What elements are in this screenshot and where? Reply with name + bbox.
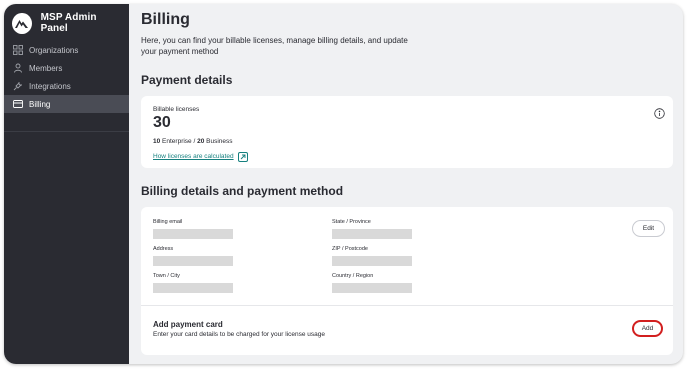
town-label: Town / City	[153, 273, 180, 279]
business-count: 20	[197, 138, 205, 145]
user-icon	[12, 63, 23, 74]
payment-details-heading: Payment details	[141, 73, 233, 87]
sidebar-item-organizations[interactable]: Organizations	[4, 41, 129, 59]
sidebar-item-billing[interactable]: Billing	[4, 95, 129, 113]
zip-field	[332, 256, 412, 266]
add-payment-title: Add payment card	[153, 320, 223, 329]
enterprise-label: Enterprise /	[162, 138, 196, 145]
billing-email-label: Billing email	[153, 219, 183, 225]
town-field	[153, 283, 233, 293]
sidebar-item-label: Organizations	[29, 45, 79, 55]
plug-icon	[12, 81, 23, 92]
sidebar-item-label: Members	[29, 63, 63, 73]
sidebar-nav: Organizations Members Integrations Billi…	[4, 41, 129, 113]
billable-licenses-label: Billable licenses	[153, 106, 200, 113]
how-licenses-calculated-link[interactable]: How licenses are calculated	[153, 151, 248, 162]
logo-icon	[12, 12, 32, 34]
address-field	[153, 256, 233, 266]
license-breakdown: 10 Enterprise / 20 Business	[153, 138, 661, 145]
external-link-icon	[237, 151, 248, 162]
card-icon	[12, 99, 23, 110]
billing-details-heading: Billing details and payment method	[141, 184, 344, 198]
sidebar-divider	[4, 131, 129, 132]
state-label: State / Province	[332, 219, 371, 225]
grid-icon	[12, 45, 23, 56]
sidebar-item-members[interactable]: Members	[4, 59, 129, 77]
link-text: How licenses are calculated	[153, 153, 234, 160]
country-field	[332, 283, 412, 293]
add-payment-row: Add payment card Enter your card details…	[141, 306, 673, 338]
state-field	[332, 229, 412, 239]
enterprise-count: 10	[153, 138, 161, 145]
business-label: Business	[206, 138, 233, 145]
info-icon[interactable]	[654, 106, 665, 119]
zip-label: ZIP / Postcode	[332, 246, 368, 252]
sidebar-item-label: Billing	[29, 99, 51, 109]
app-name: MSP Admin Panel	[40, 12, 97, 34]
billing-email-field	[153, 229, 233, 239]
brand: MSP Admin Panel	[4, 8, 129, 38]
billable-licenses-count: 30	[153, 114, 171, 131]
page-description: Here, you can find your billable license…	[141, 36, 408, 56]
payment-details-card: Billable licenses 30 10 Enterprise / 20 …	[141, 96, 673, 168]
add-payment-button[interactable]: Add	[632, 320, 663, 337]
country-label: Country / Region	[332, 273, 374, 279]
billing-fields: Billing email State / Province Address Z…	[141, 207, 673, 305]
sidebar-item-integrations[interactable]: Integrations	[4, 77, 129, 95]
sidebar: MSP Admin Panel Organizations Members In…	[4, 4, 129, 364]
address-label: Address	[153, 246, 174, 252]
sidebar-item-label: Integrations	[29, 81, 71, 91]
app-window: MSP Admin Panel Organizations Members In…	[4, 4, 683, 364]
edit-button[interactable]: Edit	[632, 220, 665, 237]
main-content: Billing Here, you can find your billable…	[129, 4, 683, 364]
add-payment-subtitle: Enter your card details to be charged fo…	[153, 331, 325, 338]
billing-details-card: Billing email State / Province Address Z…	[141, 207, 673, 355]
page-title: Billing	[141, 11, 190, 28]
